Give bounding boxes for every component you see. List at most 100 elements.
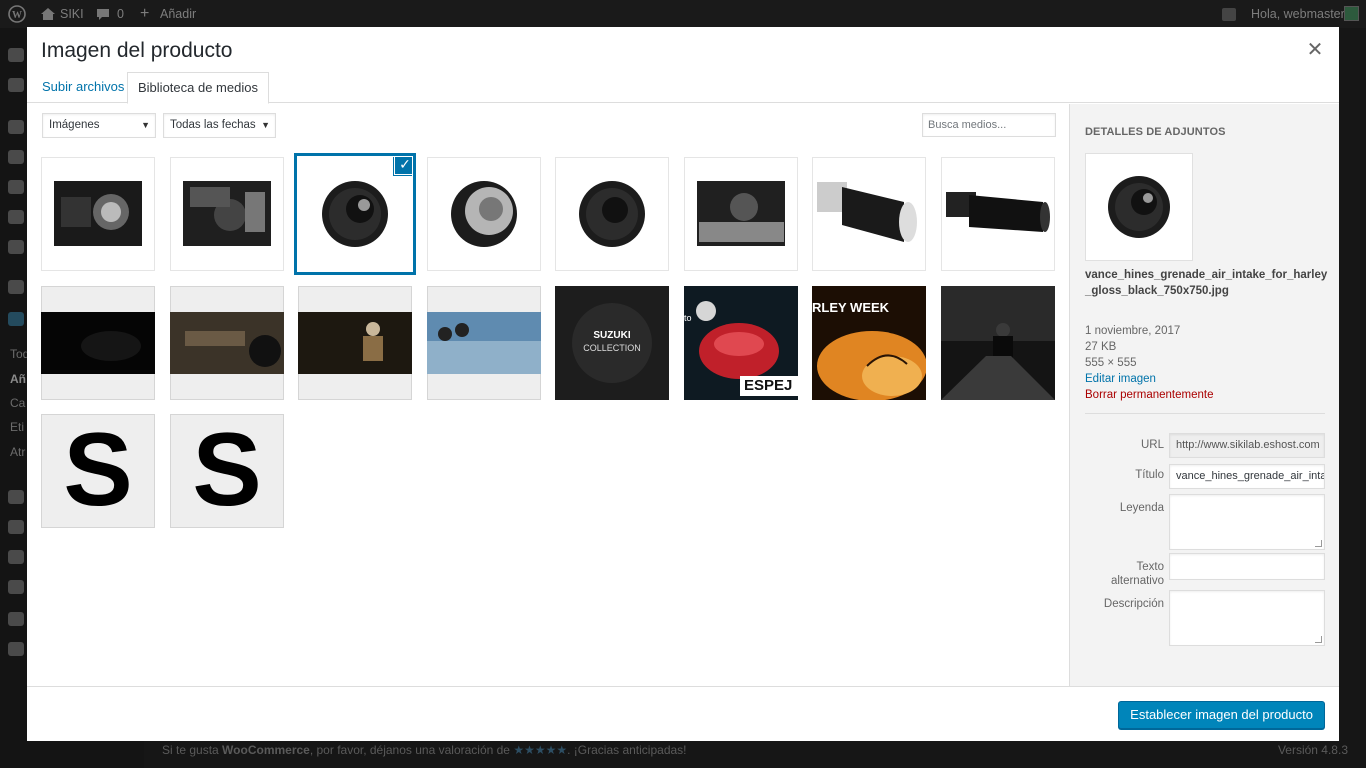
description-label: Descripción [1103,598,1164,610]
edit-image-label[interactable]: Editar imagen [1085,373,1156,385]
tab-upload-files[interactable]: Subir archivos [32,72,134,103]
attachment-dimensions: 555 × 555 [1085,357,1137,369]
engine-photo-image [54,181,142,246]
menu-item-attributes[interactable]: Atr [10,445,25,459]
woocommerce-icon[interactable] [8,280,24,294]
home-icon[interactable] [40,0,56,28]
attachment-thumbnail[interactable] [427,286,541,400]
mail-icon[interactable] [8,240,24,254]
type-filter-value: Imágenes [49,119,100,131]
attachment-thumbnail[interactable]: to ESPEJ [684,286,798,400]
svg-text:W: W [12,10,22,21]
attachment-thumbnail[interactable] [41,286,155,400]
cone-filter-black-image [946,192,1050,232]
account-greeting[interactable]: Hola, webmaster [1251,0,1345,28]
attachment-thumbnail[interactable] [941,157,1055,271]
attachment-thumbnail[interactable] [170,157,284,271]
air-filter-chrome-image [451,181,517,247]
checkmark-icon[interactable]: ✓ [394,157,412,175]
resize-handle-icon[interactable] [1315,540,1322,547]
chevron-down-icon: ▼ [261,120,270,130]
attachment-thumbnail-selected[interactable]: ✓ [298,157,412,271]
attachment-thumbnail[interactable]: SUZUKI COLLECTION [555,286,669,400]
footer-text-middle: , por favor, déjanos una valoración de [309,743,514,757]
air-filter-black-image [579,181,645,247]
attachment-thumbnail[interactable] [170,286,284,400]
delete-permanently-link[interactable]: Borrar permanentemente [1085,387,1213,403]
add-new-link[interactable]: Añadir [160,0,196,28]
alt-text-label-line2: alternativo [1110,575,1164,587]
delete-permanently-label[interactable]: Borrar permanentemente [1085,389,1213,401]
notification-icon[interactable] [1222,0,1236,28]
type-filter-select[interactable]: Imágenes ▼ [42,113,156,138]
modal-title: Imagen del producto [41,39,233,62]
attachments-grid: ✓ SUZUKI COLLECTION to ESPEJ RLEY WEEK S… [27,154,1069,687]
date-filter-value: Todas las fechas [170,119,256,131]
alt-text-field[interactable] [1169,553,1325,580]
attachment-thumbnail[interactable]: S [41,414,155,528]
dashboard-icon[interactable] [8,48,24,62]
avatar[interactable] [1344,0,1359,28]
description-field[interactable] [1169,590,1325,646]
cone-filter-chrome-image [817,182,917,242]
media-toolbar: Imágenes ▼ Todas las fechas ▼ Busca medi… [27,104,1069,154]
caption-field[interactable] [1169,494,1325,550]
pages-icon[interactable] [8,180,24,194]
collapse-icon[interactable] [8,642,24,656]
media-icon[interactable] [8,150,24,164]
rating-stars-link[interactable]: ★★★★★ [513,743,567,757]
engine-photo-image [183,181,271,246]
attachment-thumbnail[interactable] [812,157,926,271]
attachment-thumbnail[interactable] [684,157,798,271]
comments-icon[interactable] [96,0,110,28]
tools-icon[interactable] [8,580,24,594]
media-modal: Imagen del producto ✕ Subir archivos Bib… [27,27,1339,741]
attachment-filename: vance_hines_grenade_air_intake_for_harle… [1085,269,1328,297]
settings-icon[interactable] [8,612,24,626]
comments-menu-icon[interactable] [8,210,24,224]
attachment-thumbnail[interactable] [427,157,541,271]
harley-week-text: RLEY WEEK [812,300,890,315]
edit-image-link[interactable]: Editar imagen [1085,371,1156,387]
attachment-thumbnail[interactable]: RLEY WEEK [812,286,926,400]
rider-night-image [941,286,1055,400]
search-input[interactable]: Busca medios... [922,113,1056,137]
updates-icon[interactable] [8,78,24,92]
media-router: Subir archivos Biblioteca de medios [27,72,1339,104]
menu-item-categories[interactable]: Ca [10,396,25,410]
url-label: URL [1140,439,1164,451]
title-label: Título [1135,469,1164,481]
banner-bike-image [170,312,284,374]
engine-photo-image [697,181,785,246]
details-thumbnail [1085,153,1193,261]
url-field[interactable]: http://www.sikilab.eshost.com [1169,433,1325,458]
chevron-down-icon: ▼ [141,120,150,130]
menu-item-add[interactable]: Añ [10,372,26,386]
date-filter-select[interactable]: Todas las fechas ▼ [163,113,276,138]
title-field[interactable]: vance_hines_grenade_air_intake [1169,464,1325,489]
attachment-thumbnail[interactable] [298,286,412,400]
wordpress-logo-icon[interactable]: W [8,0,26,28]
comments-count[interactable]: 0 [117,0,124,28]
resize-handle-icon[interactable] [1315,636,1322,643]
collection-text: COLLECTION [583,343,641,353]
banner-dark-image [41,312,155,374]
products-icon[interactable] [8,312,24,326]
attachment-thumbnail[interactable] [41,157,155,271]
set-product-image-button[interactable]: Establecer imagen del producto [1118,701,1325,729]
menu-item-tags[interactable]: Eti [10,420,24,434]
attachment-thumbnail[interactable]: S [170,414,284,528]
plugins-icon[interactable] [8,520,24,534]
plus-icon[interactable]: + [140,0,149,28]
footer-text-before: Si te gusta [162,743,223,757]
admin-bar: W SIKI 0 + Añadir Hola, webmaster [0,0,1366,28]
close-icon[interactable]: ✕ [1303,39,1327,63]
site-name-link[interactable]: SIKI [60,0,84,28]
attachment-thumbnail[interactable] [555,157,669,271]
users-icon[interactable] [8,550,24,564]
tab-media-library[interactable]: Biblioteca de medios [127,72,269,104]
posts-icon[interactable] [8,120,24,134]
appearance-icon[interactable] [8,490,24,504]
footer-woocommerce: WooCommerce [222,743,310,757]
attachment-thumbnail[interactable] [941,286,1055,400]
